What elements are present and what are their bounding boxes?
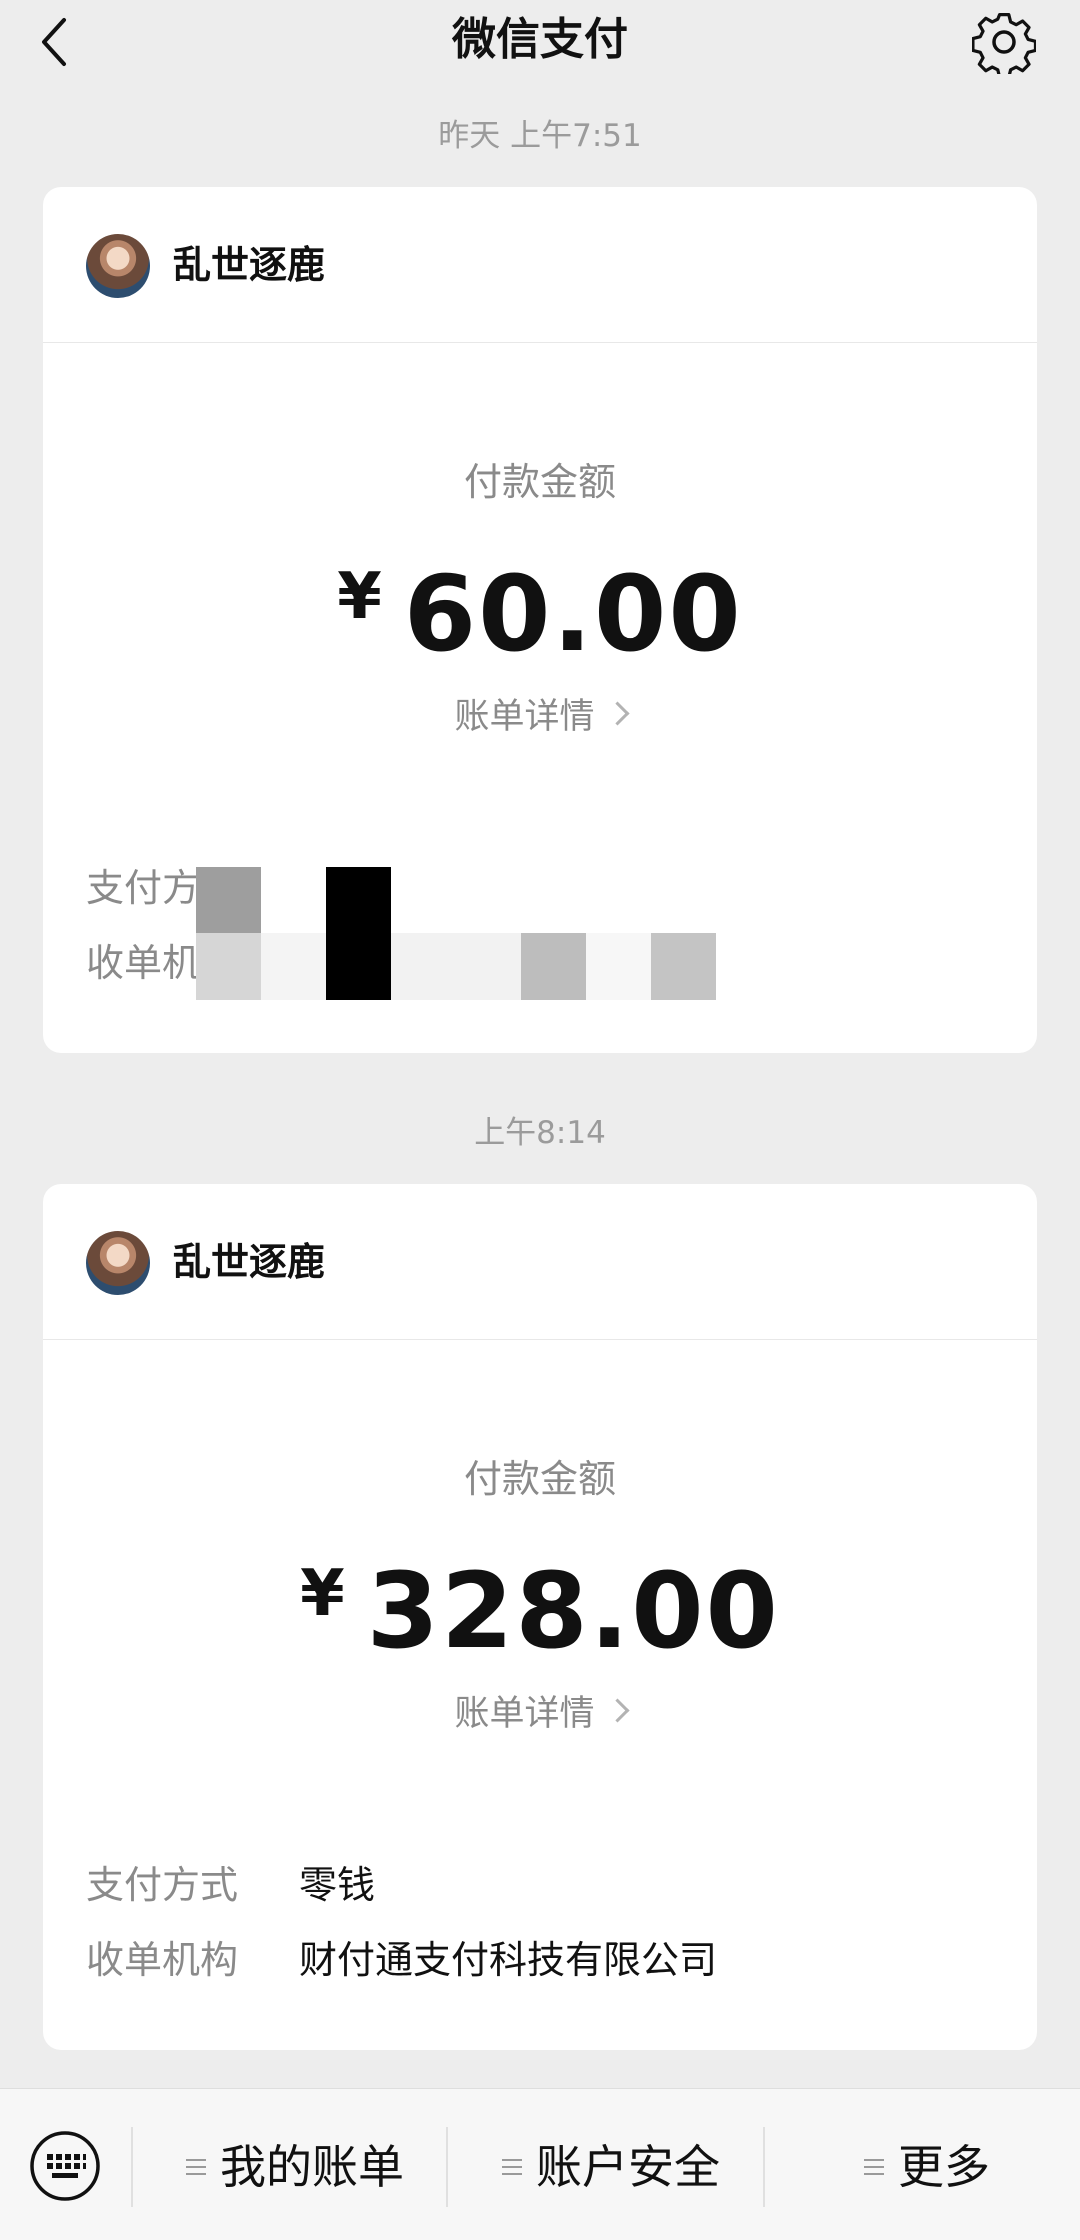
pay-amount: ¥328.00 [43,1534,1037,1702]
menu-my-bills[interactable]: 我的账单 [186,2135,404,2199]
menu-lines-icon [864,2159,884,2175]
page-title: 微信支付 [452,14,628,65]
menu-lines-icon [186,2159,206,2175]
payment-card[interactable]: 乱世逐鹿 付款金额 ¥328.00 账单详情 支付方式 零钱 收单机构 财付通支… [43,1184,1037,2050]
keyboard-icon[interactable] [28,2129,102,2203]
amount-value: 328.00 [366,1550,780,1672]
divider [446,2127,448,2207]
menu-more[interactable]: 更多 [864,2135,990,2199]
merchant-name: 乱世逐鹿 [173,1240,326,1284]
pay-amount-label: 付款金额 [463,460,616,504]
merchant-name: 乱世逐鹿 [173,243,326,287]
card-header: 乱世逐鹿 [43,187,1037,343]
acquirer-label: 收单机构 [86,1938,239,1982]
chevron-right-icon [604,1698,630,1723]
pay-amount-label: 付款金额 [463,1457,616,1501]
acquirer-value: 财付通支付科技有限公司 [299,1938,718,1982]
bottom-menu-bar: 我的账单 账户安全 更多 [0,2088,1080,2240]
bill-detail-label: 账单详情 [454,697,595,737]
menu-account-security[interactable]: 账户安全 [502,2135,720,2199]
bill-detail-link[interactable]: 账单详情 [43,692,1037,742]
message-time: 上午8:14 [474,1115,606,1151]
top-bar: 微信支付 [0,0,1080,90]
message-time: 昨天 上午7:51 [438,118,642,154]
avatar[interactable] [86,234,150,298]
chevron-right-icon [604,701,630,726]
card-header: 乱世逐鹿 [43,1184,1037,1340]
menu-label: 我的账单 [220,2140,404,2194]
avatar[interactable] [86,1231,150,1295]
redacted-area [196,867,776,1000]
menu-label: 更多 [898,2140,990,2194]
menu-lines-icon [502,2159,522,2175]
currency-symbol: ¥ [300,1557,345,1631]
pay-amount: ¥60.00 [43,537,1037,705]
pay-method-value: 零钱 [299,1863,376,1907]
gear-icon[interactable] [972,10,1036,74]
pay-method-label: 支付方式 [86,1863,239,1907]
payment-card[interactable]: 乱世逐鹿 付款金额 ¥60.00 账单详情 支付方式 收单机构 [43,187,1037,1053]
divider [763,2127,765,2207]
bill-detail-link[interactable]: 账单详情 [43,1689,1037,1739]
bill-detail-label: 账单详情 [454,1694,595,1734]
currency-symbol: ¥ [337,560,382,634]
menu-label: 账户安全 [536,2140,720,2194]
divider [131,2127,133,2207]
amount-value: 60.00 [403,553,743,675]
